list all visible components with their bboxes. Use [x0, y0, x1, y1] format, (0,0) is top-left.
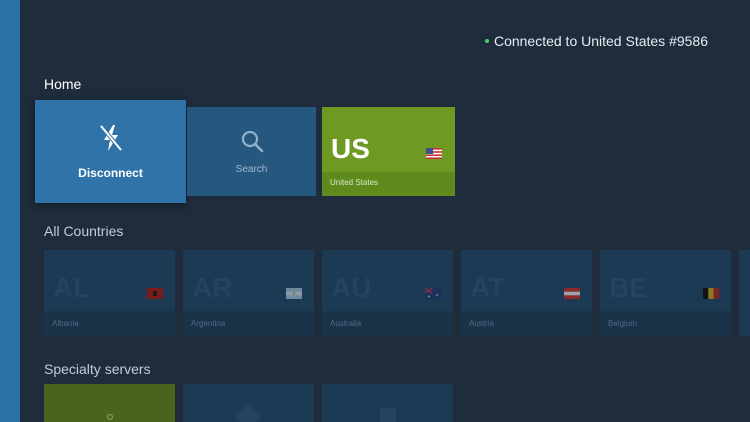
country-name: Austria [461, 311, 592, 336]
connection-status: Connected to United States #9586 [484, 33, 708, 49]
country-tile-austria[interactable]: AT Austria [461, 250, 592, 336]
location-pin-icon [106, 408, 114, 422]
country-tile-argentina[interactable]: AR Argentina [183, 250, 314, 336]
country-code: AT [470, 272, 506, 303]
country-tile-albania[interactable]: AL Albania [44, 250, 175, 336]
country-code: US [331, 133, 370, 164]
country-name: Argentina [183, 311, 314, 336]
country-name: United States [322, 172, 455, 196]
section-title-specialty-servers: Specialty servers [44, 361, 151, 377]
country-name: Albania [44, 311, 175, 336]
status-dot [484, 39, 489, 43]
specialty-tile-2[interactable] [183, 384, 314, 422]
australia-flag-icon [425, 288, 441, 299]
disconnect-button[interactable]: Disconnect [35, 100, 186, 203]
side-strip [0, 0, 20, 422]
lightning-off-icon [98, 123, 124, 158]
connection-status-text: Connected to United States #9586 [493, 33, 708, 49]
search-icon [240, 129, 264, 158]
country-name: Belgium [600, 311, 731, 336]
country-code: BE [609, 272, 648, 303]
search-label: Search [235, 163, 268, 175]
us-flag-icon [426, 148, 442, 159]
section-title-home: Home [44, 76, 82, 92]
country-tile-belgium[interactable]: BE Belgium [600, 250, 731, 336]
diamond-icon [235, 404, 261, 422]
specialty-tile-1[interactable] [44, 384, 175, 422]
current-country-tile[interactable]: US United States [322, 107, 455, 196]
country-tile-australia[interactable]: AU Australia [322, 250, 453, 336]
server-icon [380, 408, 396, 422]
country-code: AR [192, 272, 233, 303]
section-title-all-countries: All Countries [44, 223, 124, 239]
disconnect-label: Disconnect [78, 166, 143, 180]
search-button[interactable]: Search [187, 107, 316, 196]
country-code: AU [331, 272, 372, 303]
albania-flag-icon [147, 288, 163, 299]
country-code: AL [53, 272, 91, 303]
country-name: Australia [322, 311, 453, 336]
argentina-flag-icon [286, 288, 302, 299]
country-tile-partial[interactable] [739, 250, 750, 336]
austria-flag-icon [564, 288, 580, 299]
belgium-flag-icon [703, 288, 719, 299]
specialty-tile-3[interactable] [322, 384, 453, 422]
